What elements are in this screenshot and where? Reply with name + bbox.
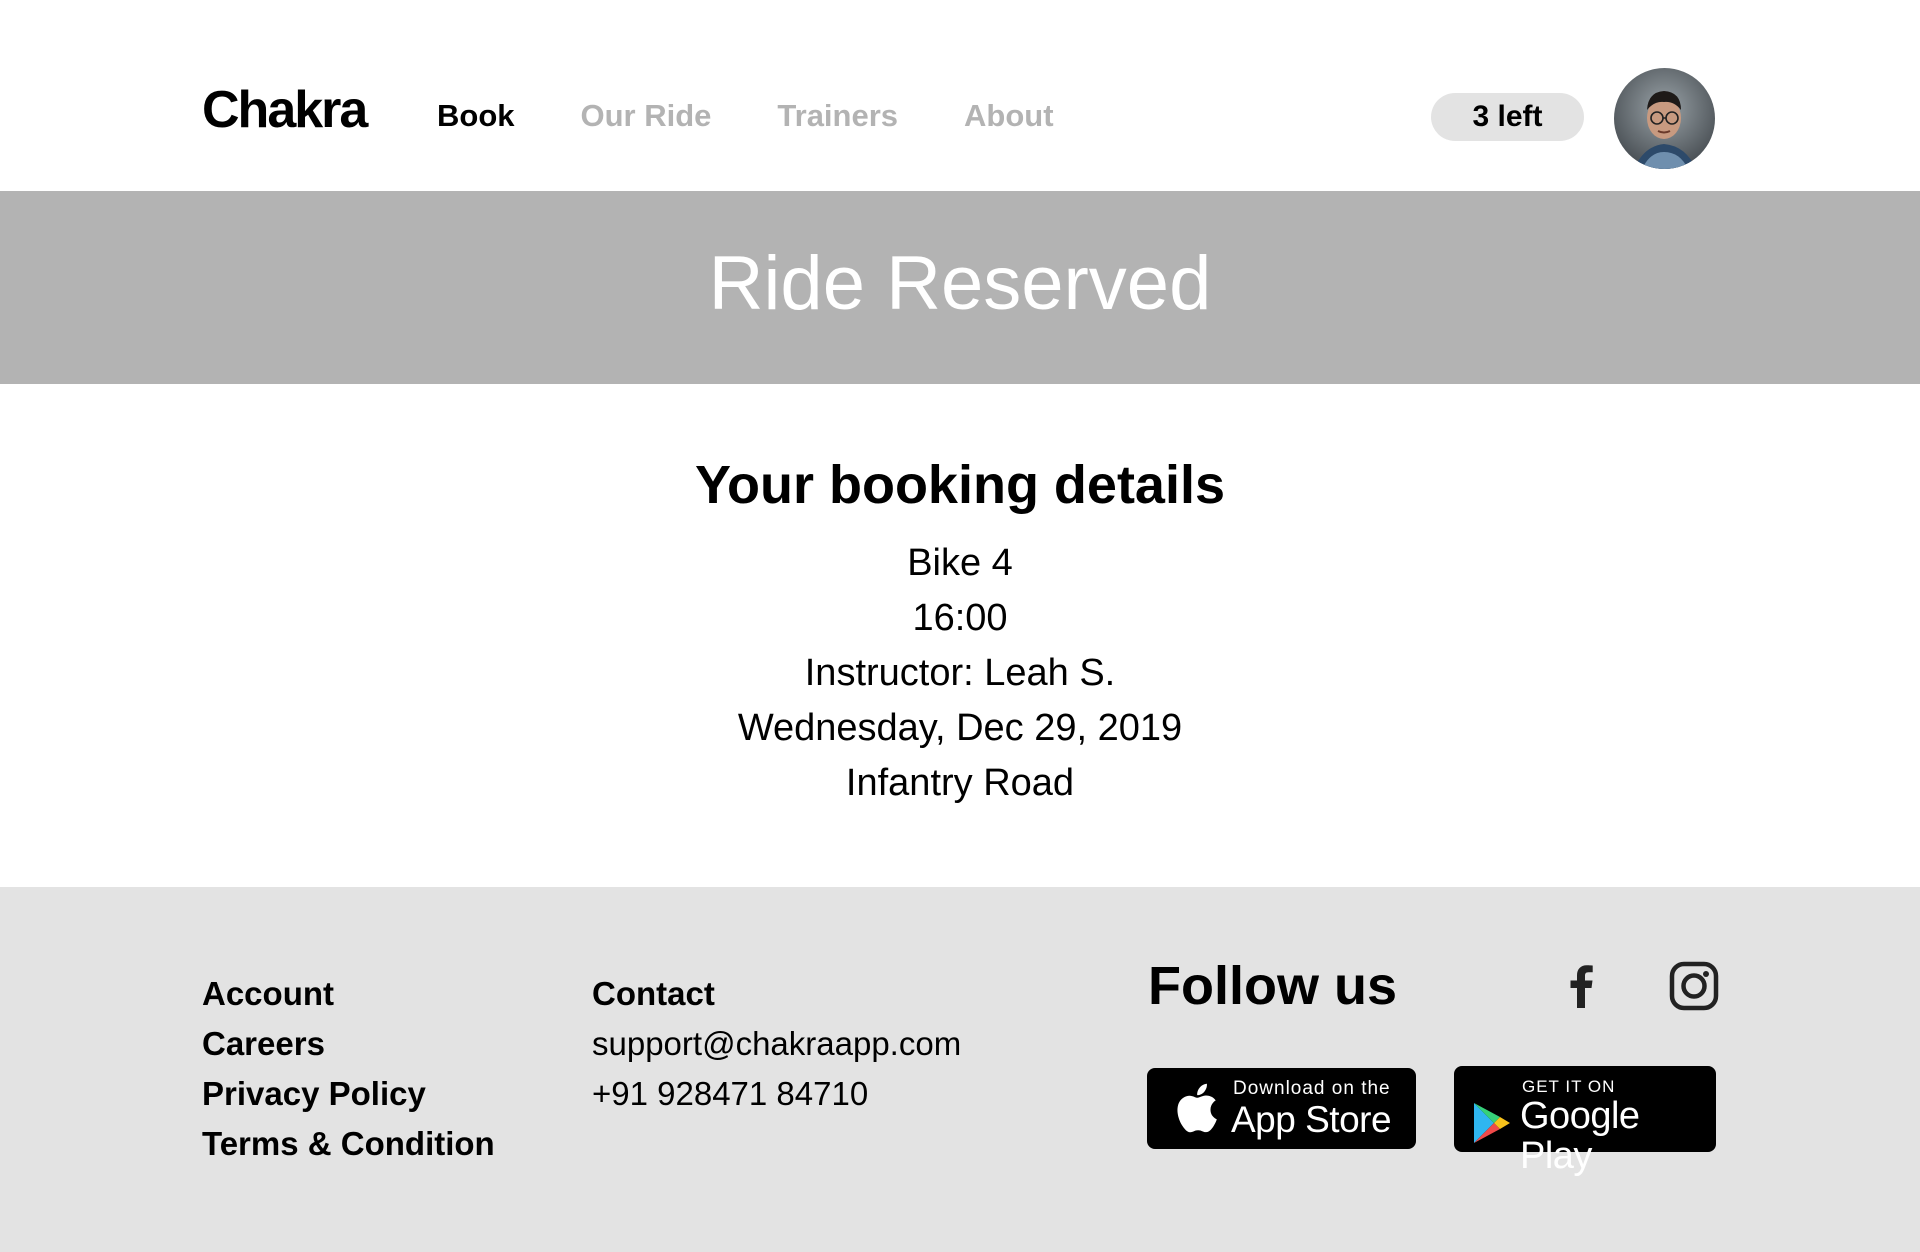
footer-link-careers[interactable]: Careers [202,1019,495,1069]
contact-phone[interactable]: +91 928471 84710 [592,1069,961,1119]
footer-link-account[interactable]: Account [202,969,495,1019]
booking-time: 16:00 [912,597,1008,639]
facebook-icon[interactable] [1556,960,1608,1012]
booking-instructor: Instructor: Leah S. [804,652,1116,694]
footer-account-links: Account Careers Privacy Policy Terms & C… [202,969,495,1169]
app-store-button[interactable]: Download on the App Store [1147,1068,1416,1149]
booking-bike: Bike 4 [907,542,1013,584]
booking-title: Your booking details [694,455,1226,515]
main-nav: Book Our Ride Trainers About [437,94,1120,138]
app-store-big-label: App Store [1231,1099,1392,1140]
booking-details: Bike 4 16:00 Instructor: Leah S. Wednesd… [0,536,1920,811]
booking-section: Your booking details Bike 4 16:00 Instru… [0,384,1920,887]
footer-contact: Contact support@chakraapp.com +91 928471… [592,969,961,1119]
hero-banner: Ride Reserved [0,191,1920,384]
rides-left-badge[interactable]: 3 left [1431,93,1584,141]
site-footer: Account Careers Privacy Policy Terms & C… [0,887,1920,1252]
nav-book[interactable]: Book [437,94,515,138]
app-store-small-label: Download on the [1233,1078,1391,1099]
nav-trainers[interactable]: Trainers [777,94,898,138]
avatar-photo [1614,68,1715,169]
footer-link-privacy-policy[interactable]: Privacy Policy [202,1069,495,1119]
page-title: Ride Reserved [708,241,1212,326]
apple-icon [1177,1083,1217,1133]
nav-our-ride[interactable]: Our Ride [581,94,712,138]
nav-about[interactable]: About [964,94,1054,138]
logo[interactable]: Chakra [202,78,368,142]
footer-link-terms[interactable]: Terms & Condition [202,1119,495,1169]
avatar[interactable] [1614,68,1715,169]
google-play-button[interactable]: GET IT ON Google Play [1454,1066,1716,1176]
follow-heading: Follow us [1148,956,1397,1016]
site-header: Chakra Book Our Ride Trainers About 3 le… [0,0,1920,191]
google-play-icon [1474,1103,1510,1143]
google-play-big-label: Google Play [1520,1095,1640,1177]
contact-heading: Contact [592,975,715,1012]
contact-email[interactable]: support@chakraapp.com [592,1019,961,1069]
instagram-icon[interactable] [1668,960,1720,1012]
booking-location: Infantry Road [845,762,1075,804]
booking-date: Wednesday, Dec 29, 2019 [737,707,1183,749]
